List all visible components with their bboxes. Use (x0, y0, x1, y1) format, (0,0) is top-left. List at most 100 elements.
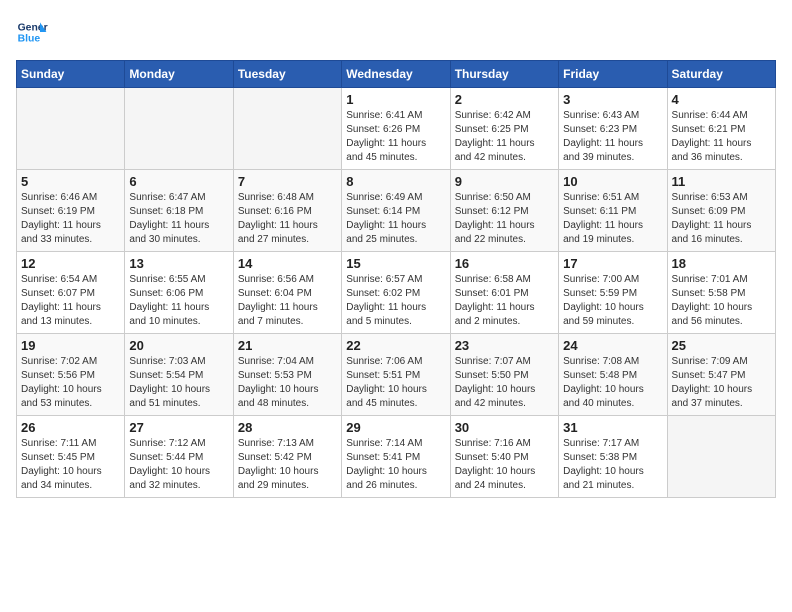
calendar-cell: 24 Sunrise: 7:08 AM Sunset: 5:48 PM Dayli… (559, 334, 667, 416)
calendar-cell: 31 Sunrise: 7:17 AM Sunset: 5:38 PM Dayli… (559, 416, 667, 498)
calendar-cell: 28 Sunrise: 7:13 AM Sunset: 5:42 PM Dayli… (233, 416, 341, 498)
day-number: 23 (455, 338, 554, 353)
day-number: 14 (238, 256, 337, 271)
day-header-tuesday: Tuesday (233, 61, 341, 88)
calendar-cell: 23 Sunrise: 7:07 AM Sunset: 5:50 PM Dayli… (450, 334, 558, 416)
day-number: 16 (455, 256, 554, 271)
day-number: 31 (563, 420, 662, 435)
day-header-friday: Friday (559, 61, 667, 88)
day-number: 6 (129, 174, 228, 189)
day-number: 7 (238, 174, 337, 189)
calendar-cell: 16 Sunrise: 6:58 AM Sunset: 6:01 PM Dayli… (450, 252, 558, 334)
day-number: 19 (21, 338, 120, 353)
day-content: Sunrise: 6:42 AM Sunset: 6:25 PM Dayligh… (455, 109, 554, 165)
day-number: 9 (455, 174, 554, 189)
calendar-cell: 29 Sunrise: 7:14 AM Sunset: 5:41 PM Dayli… (342, 416, 450, 498)
day-content: Sunrise: 7:12 AM Sunset: 5:44 PM Dayligh… (129, 437, 228, 493)
day-header-sunday: Sunday (17, 61, 125, 88)
day-content: Sunrise: 6:54 AM Sunset: 6:07 PM Dayligh… (21, 273, 120, 329)
calendar-cell: 14 Sunrise: 6:56 AM Sunset: 6:04 PM Dayli… (233, 252, 341, 334)
day-content: Sunrise: 6:55 AM Sunset: 6:06 PM Dayligh… (129, 273, 228, 329)
calendar-cell: 7 Sunrise: 6:48 AM Sunset: 6:16 PM Daylig… (233, 170, 341, 252)
calendar-cell: 4 Sunrise: 6:44 AM Sunset: 6:21 PM Daylig… (667, 88, 775, 170)
day-number: 5 (21, 174, 120, 189)
calendar-cell: 21Sunrise: 7:04 AM Sunset: 5:53 PM Dayli… (233, 334, 341, 416)
day-content: Sunrise: 6:44 AM Sunset: 6:21 PM Dayligh… (672, 109, 771, 165)
day-content: Sunrise: 6:50 AM Sunset: 6:12 PM Dayligh… (455, 191, 554, 247)
day-content: Sunrise: 6:57 AM Sunset: 6:02 PM Dayligh… (346, 273, 445, 329)
day-content: Sunrise: 7:04 AM Sunset: 5:53 PM Dayligh… (238, 355, 337, 411)
calendar-cell: 2 Sunrise: 6:42 AM Sunset: 6:25 PM Daylig… (450, 88, 558, 170)
calendar-cell (17, 88, 125, 170)
day-number: 4 (672, 92, 771, 107)
calendar-cell: 11 Sunrise: 6:53 AM Sunset: 6:09 PM Dayli… (667, 170, 775, 252)
calendar-cell: 17Sunrise: 7:00 AM Sunset: 5:59 PM Dayli… (559, 252, 667, 334)
day-number: 30 (455, 420, 554, 435)
day-content: Sunrise: 6:53 AM Sunset: 6:09 PM Dayligh… (672, 191, 771, 247)
calendar-cell: 10 Sunrise: 6:51 AM Sunset: 6:11 PM Dayli… (559, 170, 667, 252)
day-number: 27 (129, 420, 228, 435)
day-number: 11 (672, 174, 771, 189)
page-header: General Blue (16, 16, 776, 48)
calendar-week-2: 5Sunrise: 6:46 AM Sunset: 6:19 PM Daylig… (17, 170, 776, 252)
day-content: Sunrise: 7:09 AM Sunset: 5:47 PM Dayligh… (672, 355, 771, 411)
day-content: Sunrise: 7:17 AM Sunset: 5:38 PM Dayligh… (563, 437, 662, 493)
calendar-cell: 27 Sunrise: 7:12 AM Sunset: 5:44 PM Dayli… (125, 416, 233, 498)
days-header-row: SundayMondayTuesdayWednesdayThursdayFrid… (17, 61, 776, 88)
calendar-cell: 30 Sunrise: 7:16 AM Sunset: 5:40 PM Dayli… (450, 416, 558, 498)
day-content: Sunrise: 7:13 AM Sunset: 5:42 PM Dayligh… (238, 437, 337, 493)
day-content: Sunrise: 6:43 AM Sunset: 6:23 PM Dayligh… (563, 109, 662, 165)
calendar-table: SundayMondayTuesdayWednesdayThursdayFrid… (16, 60, 776, 498)
day-content: Sunrise: 7:03 AM Sunset: 5:54 PM Dayligh… (129, 355, 228, 411)
calendar-cell: 25 Sunrise: 7:09 AM Sunset: 5:47 PM Dayli… (667, 334, 775, 416)
day-content: Sunrise: 7:11 AM Sunset: 5:45 PM Dayligh… (21, 437, 120, 493)
day-number: 22 (346, 338, 445, 353)
day-number: 18 (672, 256, 771, 271)
day-content: Sunrise: 6:56 AM Sunset: 6:04 PM Dayligh… (238, 273, 337, 329)
day-content: Sunrise: 7:14 AM Sunset: 5:41 PM Dayligh… (346, 437, 445, 493)
svg-text:Blue: Blue (18, 34, 41, 45)
day-number: 28 (238, 420, 337, 435)
calendar-cell: 26Sunrise: 7:11 AM Sunset: 5:45 PM Dayli… (17, 416, 125, 498)
calendar-cell (233, 88, 341, 170)
logo: General Blue (16, 16, 48, 48)
day-content: Sunrise: 7:07 AM Sunset: 5:50 PM Dayligh… (455, 355, 554, 411)
day-number: 12 (21, 256, 120, 271)
calendar-cell: 1 Sunrise: 6:41 AM Sunset: 6:26 PM Daylig… (342, 88, 450, 170)
day-number: 20 (129, 338, 228, 353)
calendar-cell: 22 Sunrise: 7:06 AM Sunset: 5:51 PM Dayli… (342, 334, 450, 416)
calendar-cell: 13 Sunrise: 6:55 AM Sunset: 6:06 PM Dayli… (125, 252, 233, 334)
day-content: Sunrise: 6:48 AM Sunset: 6:16 PM Dayligh… (238, 191, 337, 247)
day-content: Sunrise: 7:01 AM Sunset: 5:58 PM Dayligh… (672, 273, 771, 329)
calendar-cell: 20 Sunrise: 7:03 AM Sunset: 5:54 PM Dayli… (125, 334, 233, 416)
day-content: Sunrise: 7:08 AM Sunset: 5:48 PM Dayligh… (563, 355, 662, 411)
day-number: 24 (563, 338, 662, 353)
day-number: 29 (346, 420, 445, 435)
day-number: 10 (563, 174, 662, 189)
day-number: 8 (346, 174, 445, 189)
calendar-cell: 6 Sunrise: 6:47 AM Sunset: 6:18 PM Daylig… (125, 170, 233, 252)
day-number: 1 (346, 92, 445, 107)
calendar-week-1: 1 Sunrise: 6:41 AM Sunset: 6:26 PM Daylig… (17, 88, 776, 170)
day-number: 3 (563, 92, 662, 107)
day-header-thursday: Thursday (450, 61, 558, 88)
day-number: 15 (346, 256, 445, 271)
day-content: Sunrise: 6:58 AM Sunset: 6:01 PM Dayligh… (455, 273, 554, 329)
calendar-cell: 9 Sunrise: 6:50 AM Sunset: 6:12 PM Daylig… (450, 170, 558, 252)
calendar-cell: 18 Sunrise: 7:01 AM Sunset: 5:58 PM Dayli… (667, 252, 775, 334)
calendar-cell: 5Sunrise: 6:46 AM Sunset: 6:19 PM Daylig… (17, 170, 125, 252)
day-header-monday: Monday (125, 61, 233, 88)
day-number: 25 (672, 338, 771, 353)
day-content: Sunrise: 6:51 AM Sunset: 6:11 PM Dayligh… (563, 191, 662, 247)
day-content: Sunrise: 7:06 AM Sunset: 5:51 PM Dayligh… (346, 355, 445, 411)
day-content: Sunrise: 6:41 AM Sunset: 6:26 PM Dayligh… (346, 109, 445, 165)
day-number: 13 (129, 256, 228, 271)
calendar-week-5: 26Sunrise: 7:11 AM Sunset: 5:45 PM Dayli… (17, 416, 776, 498)
day-number: 2 (455, 92, 554, 107)
calendar-cell: 3 Sunrise: 6:43 AM Sunset: 6:23 PM Daylig… (559, 88, 667, 170)
calendar-cell: 19Sunrise: 7:02 AM Sunset: 5:56 PM Dayli… (17, 334, 125, 416)
day-content: Sunrise: 7:16 AM Sunset: 5:40 PM Dayligh… (455, 437, 554, 493)
calendar-week-4: 19Sunrise: 7:02 AM Sunset: 5:56 PM Dayli… (17, 334, 776, 416)
day-content: Sunrise: 6:47 AM Sunset: 6:18 PM Dayligh… (129, 191, 228, 247)
day-header-wednesday: Wednesday (342, 61, 450, 88)
